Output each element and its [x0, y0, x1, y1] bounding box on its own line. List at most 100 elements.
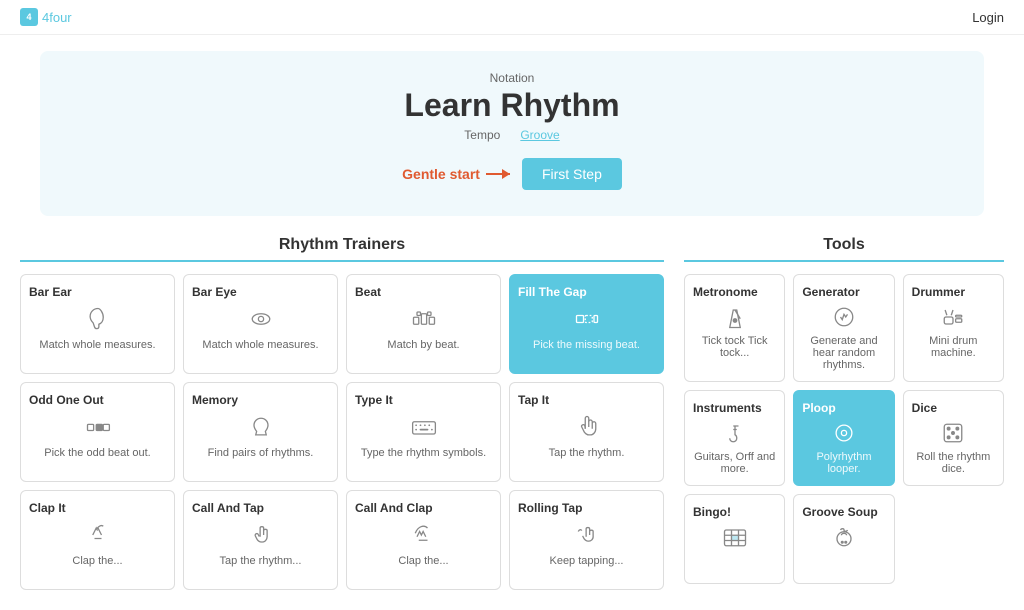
first-step-button[interactable]: First Step — [522, 158, 622, 190]
card-title-rolling-tap: Rolling Tap — [518, 501, 655, 515]
tool-card-metronome[interactable]: Metronome Tick tock Tick tock... — [684, 274, 785, 382]
tool-icon-instruments — [693, 419, 776, 447]
card-title-type-it: Type It — [355, 393, 492, 407]
tools-section: Tools Metronome Tick tock Tick tock... G… — [684, 236, 1004, 590]
rhythm-card-fill-the-gap[interactable]: Fill The Gap Pick the missing beat. — [509, 274, 664, 374]
card-icon-call-and-clap — [355, 521, 492, 549]
hero-section: Notation Learn Rhythm Tempo Groove Gentl… — [40, 51, 984, 216]
rhythm-card-call-and-tap[interactable]: Call And Tap Tap the rhythm... — [183, 490, 338, 590]
card-title-call-and-clap: Call And Clap — [355, 501, 492, 515]
card-title-memory: Memory — [192, 393, 329, 407]
tool-card-bingo[interactable]: Bingo! — [684, 494, 785, 584]
card-title-call-and-tap: Call And Tap — [192, 501, 329, 515]
card-desc-fill-the-gap: Pick the missing beat. — [518, 339, 655, 351]
card-icon-rolling-tap — [518, 521, 655, 549]
logo-label: 4four — [42, 10, 72, 25]
card-desc-rolling-tap: Keep tapping... — [518, 555, 655, 567]
card-desc-tap-it: Tap the rhythm. — [518, 447, 655, 459]
notation-label: Notation — [60, 71, 964, 85]
rhythm-card-beat[interactable]: Beat Match by beat. — [346, 274, 501, 374]
tool-card-ploop[interactable]: Ploop Polyrhythm looper. — [793, 390, 894, 486]
tools-title: Tools — [684, 236, 1004, 262]
logo[interactable]: 4 4four — [20, 8, 72, 26]
rhythm-card-tap-it[interactable]: Tap It Tap the rhythm. — [509, 382, 664, 482]
tempo-label: Tempo — [464, 128, 500, 142]
rhythm-card-bar-eye[interactable]: Bar Eye Match whole measures. — [183, 274, 338, 374]
tool-icon-groove-soup — [802, 523, 885, 551]
arrow-icon — [486, 173, 510, 175]
card-title-clap-it: Clap It — [29, 501, 166, 515]
rhythm-card-bar-ear[interactable]: Bar Ear Match whole measures. — [20, 274, 175, 374]
rhythm-trainers-title: Rhythm Trainers — [20, 236, 664, 262]
tool-desc-ploop: Polyrhythm looper. — [802, 451, 885, 475]
card-desc-beat: Match by beat. — [355, 339, 492, 351]
main-content: Rhythm Trainers Bar Ear Match whole meas… — [0, 216, 1024, 610]
card-title-fill-the-gap: Fill The Gap — [518, 285, 655, 299]
card-title-bar-eye: Bar Eye — [192, 285, 329, 299]
tool-icon-metronome — [693, 303, 776, 331]
tool-desc-drummer: Mini drum machine. — [912, 335, 995, 359]
tool-title-metronome: Metronome — [693, 285, 776, 299]
tool-icon-dice — [912, 419, 995, 447]
rhythm-card-memory[interactable]: Memory Find pairs of rhythms. — [183, 382, 338, 482]
tool-desc-dice: Roll the rhythm dice. — [912, 451, 995, 475]
card-desc-bar-eye: Match whole measures. — [192, 339, 329, 351]
tool-card-groove-soup[interactable]: Groove Soup — [793, 494, 894, 584]
tool-title-dice: Dice — [912, 401, 995, 415]
card-title-beat: Beat — [355, 285, 492, 299]
card-title-bar-ear: Bar Ear — [29, 285, 166, 299]
tool-icon-generator — [802, 303, 885, 331]
card-title-odd-one-out: Odd One Out — [29, 393, 166, 407]
tool-card-dice[interactable]: Dice Roll the rhythm dice. — [903, 390, 1004, 486]
tools-grid: Metronome Tick tock Tick tock... Generat… — [684, 274, 1004, 584]
tool-card-drummer[interactable]: Drummer Mini drum machine. — [903, 274, 1004, 382]
tool-title-instruments: Instruments — [693, 401, 776, 415]
tool-icon-bingo — [693, 523, 776, 551]
gentle-start-text: Gentle start — [402, 166, 510, 182]
rhythm-trainers-grid: Bar Ear Match whole measures. Bar Eye Ma… — [20, 274, 664, 590]
card-icon-call-and-tap — [192, 521, 329, 549]
tool-desc-instruments: Guitars, Orff and more. — [693, 451, 776, 475]
login-link[interactable]: Login — [972, 10, 1004, 25]
rhythm-card-clap-it[interactable]: Clap It Clap the... — [20, 490, 175, 590]
tool-title-ploop: Ploop — [802, 401, 885, 415]
card-desc-clap-it: Clap the... — [29, 555, 166, 567]
card-icon-type-it — [355, 413, 492, 441]
card-icon-beat — [355, 305, 492, 333]
hero-subtitles: Tempo Groove — [60, 128, 964, 142]
header: 4 4four Login — [0, 0, 1024, 35]
card-desc-memory: Find pairs of rhythms. — [192, 447, 329, 459]
tool-card-instruments[interactable]: Instruments Guitars, Orff and more. — [684, 390, 785, 486]
groove-label: Groove — [520, 128, 559, 142]
card-title-tap-it: Tap It — [518, 393, 655, 407]
tool-desc-generator: Generate and hear random rhythms. — [802, 335, 885, 371]
rhythm-card-odd-one-out[interactable]: Odd One Out Pick the odd beat out. — [20, 382, 175, 482]
logo-icon: 4 — [20, 8, 38, 26]
card-desc-type-it: Type the rhythm symbols. — [355, 447, 492, 459]
rhythm-card-rolling-tap[interactable]: Rolling Tap Keep tapping... — [509, 490, 664, 590]
rhythm-trainers-section: Rhythm Trainers Bar Ear Match whole meas… — [20, 236, 664, 590]
tool-title-drummer: Drummer — [912, 285, 995, 299]
tool-icon-ploop — [802, 419, 885, 447]
rhythm-card-type-it[interactable]: Type It Type the rhythm symbols. — [346, 382, 501, 482]
card-desc-odd-one-out: Pick the odd beat out. — [29, 447, 166, 459]
tool-title-generator: Generator — [802, 285, 885, 299]
card-icon-memory — [192, 413, 329, 441]
hero-cta: Gentle start First Step — [60, 158, 964, 206]
card-desc-bar-ear: Match whole measures. — [29, 339, 166, 351]
card-desc-call-and-tap: Tap the rhythm... — [192, 555, 329, 567]
card-icon-clap-it — [29, 521, 166, 549]
card-icon-fill-the-gap — [518, 305, 655, 333]
tool-icon-drummer — [912, 303, 995, 331]
card-icon-bar-eye — [192, 305, 329, 333]
card-icon-odd-one-out — [29, 413, 166, 441]
card-desc-call-and-clap: Clap the... — [355, 555, 492, 567]
card-icon-bar-ear — [29, 305, 166, 333]
rhythm-card-call-and-clap[interactable]: Call And Clap Clap the... — [346, 490, 501, 590]
tool-title-groove-soup: Groove Soup — [802, 505, 885, 519]
tool-desc-metronome: Tick tock Tick tock... — [693, 335, 776, 359]
tool-card-generator[interactable]: Generator Generate and hear random rhyth… — [793, 274, 894, 382]
tool-title-bingo: Bingo! — [693, 505, 776, 519]
hero-title: Learn Rhythm — [60, 87, 964, 124]
card-icon-tap-it — [518, 413, 655, 441]
